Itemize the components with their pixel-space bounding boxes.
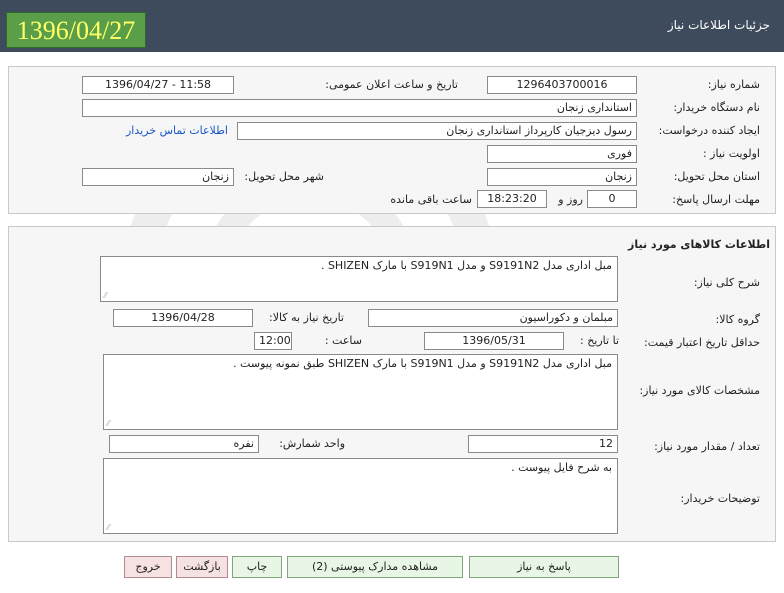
priority-label: اولویت نیاز :	[702, 147, 760, 160]
buyer-desc-text: به شرح فایل پیوست .	[511, 461, 612, 474]
summary-textarea: مبل اداری مدل S9191N2 و مدل S919N1 با ما…	[100, 256, 618, 302]
creator-field: رسول دیزجیان کارپرداز استانداری زنجان	[237, 122, 637, 140]
buyer-desc-label: توضیحات خریدار:	[680, 492, 761, 505]
summary-label: شرح کلی نیاز:	[693, 276, 760, 289]
quantity-label: تعداد / مقدار مورد نیاز:	[654, 440, 760, 453]
print-button[interactable]: چاپ	[232, 556, 282, 578]
resize-grip-icon: ⁄⁄	[107, 419, 110, 428]
buyer-org-field: استانداری زنجان	[82, 99, 637, 117]
need-date-label: تاریخ نیاز به کالا:	[269, 311, 344, 324]
priority-field: فوری	[487, 145, 637, 163]
deadline-label: مهلت ارسال پاسخ:	[672, 193, 760, 206]
validity-hour-label: ساعت :	[324, 334, 362, 347]
buyer-org-label: نام دستگاه خریدار:	[673, 101, 760, 114]
summary-text: مبل اداری مدل S9191N2 و مدل S919N1 با ما…	[320, 259, 612, 272]
specs-text: مبل اداری مدل S9191N2 و مدل S919N1 با ما…	[233, 357, 612, 370]
exit-button[interactable]: خروج	[124, 556, 172, 578]
unit-field: نفره	[109, 435, 259, 453]
need-number-field: 1296403700016	[487, 76, 637, 94]
goods-group-label: گروه کالا:	[715, 313, 760, 326]
buyer-contact-link[interactable]: اطلاعات تماس خریدار	[126, 124, 228, 137]
until-date-field: 1396/05/31	[424, 332, 564, 350]
deadline-days-field: 0	[587, 190, 637, 208]
deadline-days-unit: روز و	[558, 193, 583, 206]
page-title: جزئیات اطلاعات نیاز	[667, 18, 770, 32]
reply-button[interactable]: پاسخ به نیاز	[469, 556, 619, 578]
unit-label: واحد شمارش:	[279, 437, 345, 450]
price-validity-label: حداقل تاریخ اعتبار قیمت:	[644, 336, 760, 349]
resize-grip-icon: ⁄⁄	[104, 291, 107, 300]
announce-date-badge: 1396/04/27	[6, 12, 146, 48]
province-field: زنجان	[487, 168, 637, 186]
specs-textarea: مبل اداری مدل S9191N2 و مدل S919N1 با ما…	[103, 354, 618, 430]
creator-label: ایجاد کننده درخواست:	[658, 124, 760, 137]
city-field: زنجان	[82, 168, 234, 186]
until-date-label: تا تاریخ :	[580, 334, 619, 347]
city-label: شهر محل تحویل:	[244, 170, 324, 183]
announce-datetime-label: تاریخ و ساعت اعلان عمومی:	[325, 78, 458, 91]
province-label: استان محل تحویل:	[673, 170, 760, 183]
goods-group-field: مبلمان و دکوراسیون	[368, 309, 618, 327]
resize-grip-icon: ⁄⁄	[107, 523, 110, 532]
goods-section-title: اطلاعات کالاهای مورد نیاز	[628, 238, 770, 251]
buyer-desc-textarea: به شرح فایل پیوست . ⁄⁄	[103, 458, 618, 534]
view-attachments-button[interactable]: مشاهده مدارک پیوستی (2)	[287, 556, 463, 578]
back-button[interactable]: بازگشت	[176, 556, 228, 578]
need-number-label: شماره نیاز:	[707, 78, 760, 91]
validity-hour-field: 12:00	[254, 332, 292, 350]
deadline-remaining-label: ساعت باقی مانده	[390, 193, 472, 206]
announce-datetime-field: 1396/04/27 - 11:58	[82, 76, 234, 94]
quantity-field: 12	[468, 435, 618, 453]
need-date-field: 1396/04/28	[113, 309, 253, 327]
specs-label: مشخصات کالای مورد نیاز:	[639, 384, 760, 397]
deadline-time-field: 18:23:20	[477, 190, 547, 208]
